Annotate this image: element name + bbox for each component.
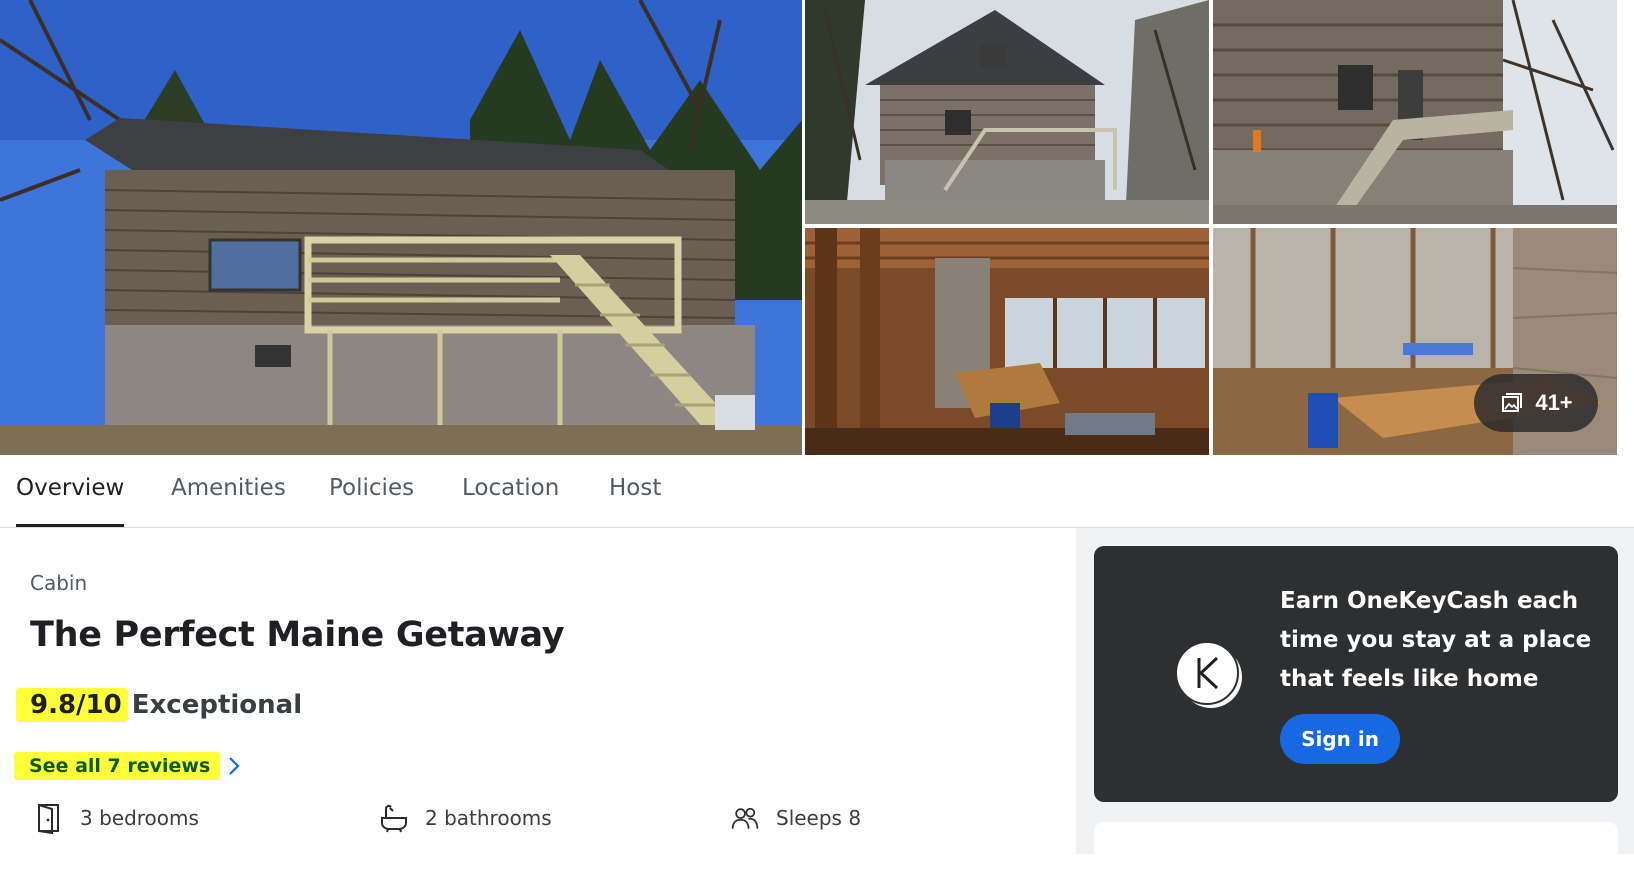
chevron-right-icon [229, 757, 240, 775]
gallery-icon [1502, 393, 1523, 412]
photo-interior-dining[interactable] [805, 228, 1209, 455]
tab-overview[interactable]: Overview [16, 475, 125, 527]
bathrooms-label: 2 bathrooms [425, 806, 552, 830]
rating-label: Exceptional [131, 690, 303, 720]
onekey-logo-icon [1175, 641, 1242, 708]
property-type: Cabin [30, 571, 88, 595]
promo-message: Earn OneKeyCash each time you stay at a … [1280, 588, 1592, 692]
sign-in-button[interactable]: Sign in [1280, 714, 1400, 764]
rating-score: 9.8/10 [16, 688, 128, 722]
property-title: The Perfect Maine Getaway [30, 615, 565, 655]
people-icon [731, 807, 759, 829]
section-tabs: Overview Amenities Policies Location Hos… [0, 455, 1634, 528]
tab-policies[interactable]: Policies [329, 475, 414, 527]
tab-amenities[interactable]: Amenities [171, 475, 286, 527]
bedrooms-fact: 3 bedrooms [34, 802, 199, 834]
booking-card [1094, 822, 1618, 882]
photo-exterior-front[interactable] [805, 0, 1209, 224]
tab-host[interactable]: Host [609, 475, 661, 527]
photo-exterior-main[interactable] [0, 0, 802, 455]
property-overview: Cabin The Perfect Maine Getaway 9.8/10 E… [0, 528, 1075, 854]
photo-gallery: 41+ [0, 0, 1634, 455]
bathrooms-fact: 2 bathrooms [379, 802, 552, 834]
photo-exterior-side[interactable] [1213, 0, 1617, 224]
onekeycash-promo: Earn OneKeyCash each time you stay at a … [1094, 546, 1618, 802]
see-all-reviews-link[interactable]: See all 7 reviews [14, 752, 242, 780]
photo-count-label: 41+ [1535, 390, 1573, 415]
tab-location[interactable]: Location [462, 475, 559, 527]
reviews-link-text: See all 7 reviews [14, 752, 221, 780]
bedrooms-label: 3 bedrooms [80, 806, 199, 830]
property-facts: 3 bedrooms 2 bathrooms Sleeps 8 [34, 802, 934, 842]
rating-summary: 9.8/10 Exceptional [16, 688, 302, 722]
view-all-photos-button[interactable]: 41+ [1474, 374, 1598, 432]
sleeps-label: Sleeps 8 [776, 806, 862, 830]
bathtub-icon [381, 804, 407, 833]
door-icon [38, 803, 59, 834]
sleeps-fact: Sleeps 8 [730, 802, 861, 834]
